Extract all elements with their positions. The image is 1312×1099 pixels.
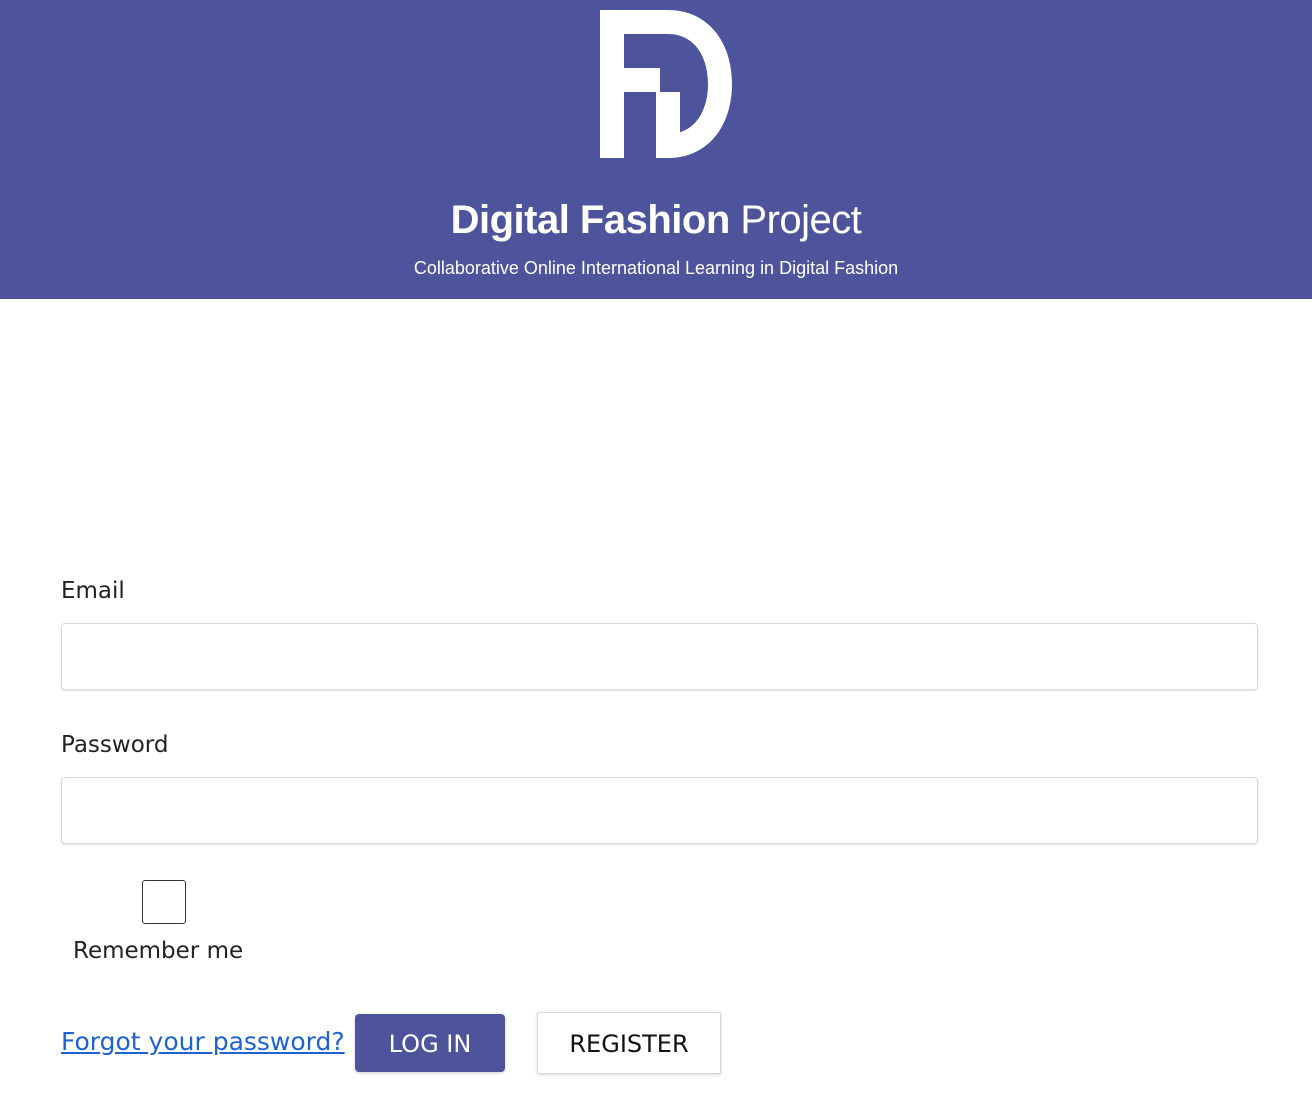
register-button[interactable]: REGISTER (537, 1012, 721, 1074)
brand-title-strong: Digital Fashion (450, 198, 731, 242)
password-label: Password (61, 732, 169, 758)
fd-monogram-logo-icon (600, 10, 732, 158)
remember-me-checkbox[interactable] (142, 880, 186, 924)
brand-title: Digital Fashion Project (0, 192, 1312, 248)
remember-me-group: Remember me (61, 880, 1258, 976)
login-form: Email Password Remember me Forgot your p… (61, 570, 1258, 1076)
email-input[interactable] (61, 623, 1258, 690)
brand-title-light: Project (740, 198, 862, 242)
log-in-button[interactable]: LOG IN (355, 1014, 505, 1072)
forgot-password-link[interactable]: Forgot your password? (61, 1024, 345, 1060)
brand-tagline: Collaborative Online International Learn… (413, 258, 899, 278)
email-label: Email (61, 578, 125, 604)
form-actions: Forgot your password? LOG IN REGISTER (61, 1012, 1258, 1076)
password-input[interactable] (61, 777, 1258, 844)
remember-me-label: Remember me (73, 938, 244, 964)
site-header: Digital Fashion Project Collaborative On… (0, 0, 1312, 299)
